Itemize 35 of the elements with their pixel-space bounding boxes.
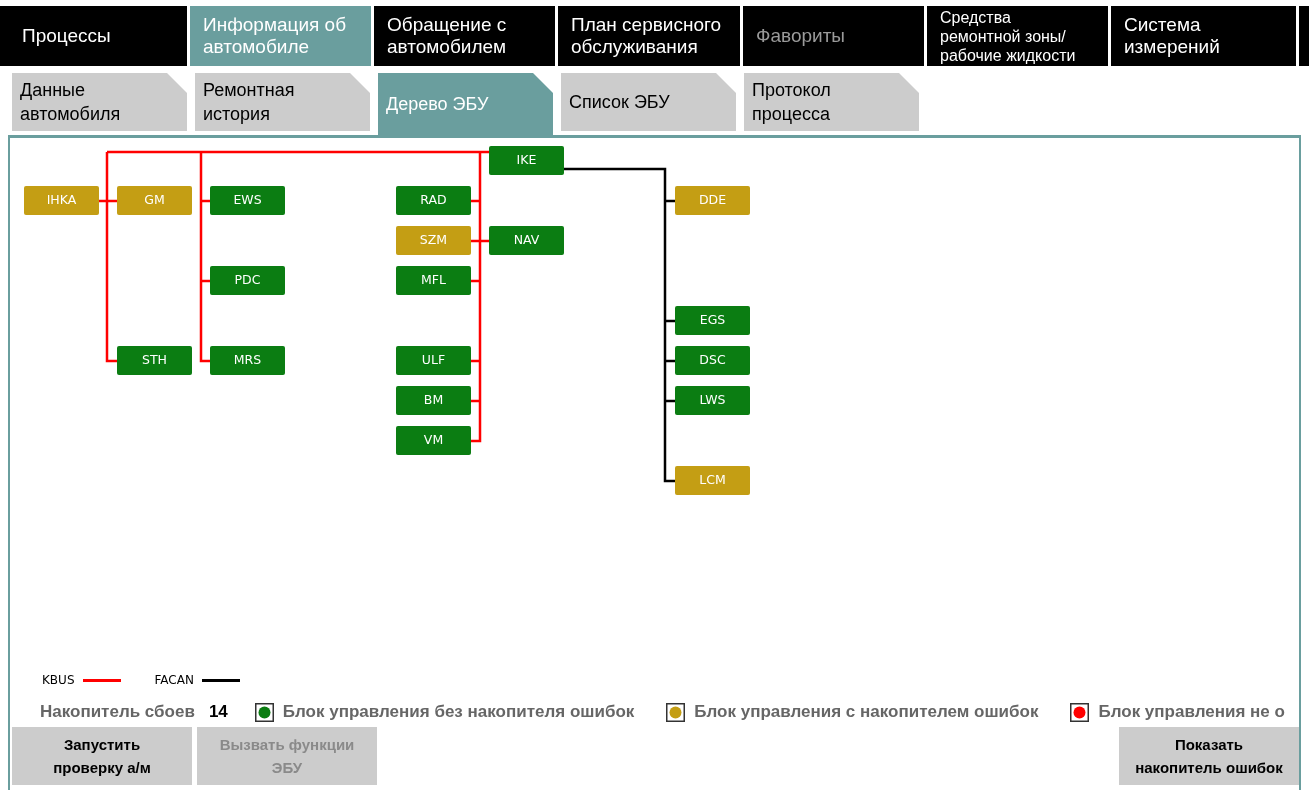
ecu-node[interactable]: PDC	[210, 266, 285, 295]
sub-tab[interactable]: Протокол процесса	[744, 73, 919, 131]
ecu-node[interactable]: BM	[396, 386, 471, 415]
ecu-node[interactable]: MFL	[396, 266, 471, 295]
ecu-node[interactable]: NAV	[489, 226, 564, 255]
main-tab[interactable]: Процессы	[0, 6, 187, 66]
ecu-node[interactable]: DSC	[675, 346, 750, 375]
ecu-node[interactable]: ULF	[396, 346, 471, 375]
ecu-node[interactable]: STH	[117, 346, 192, 375]
sub-tab[interactable]: Дерево ЭБУ	[378, 73, 553, 135]
main-tab[interactable]: Система измерений	[1111, 6, 1296, 66]
legend-label: FACAN	[154, 672, 194, 689]
ecu-node[interactable]: EGS	[675, 306, 750, 335]
ecu-node[interactable]: IKE	[489, 146, 564, 175]
sub-tab[interactable]: Список ЭБУ	[561, 73, 736, 131]
ecu-node[interactable]: RAD	[396, 186, 471, 215]
main-tab[interactable]: Средства ремонтной зоны/ рабочие жидкости	[927, 6, 1108, 66]
main-tab[interactable]: План сервисного обслуживания	[558, 6, 740, 66]
ecu-node[interactable]: EWS	[210, 186, 285, 215]
fault-memory-count: 14	[208, 701, 228, 724]
ecu-node[interactable]: VM	[396, 426, 471, 455]
sub-tab[interactable]: Ремонтная история	[195, 73, 370, 131]
tab-edge[interactable]	[1299, 6, 1309, 66]
action-button[interactable]: Запустить проверку а/м	[12, 727, 192, 785]
ecu-node[interactable]: LWS	[675, 386, 750, 415]
legend-label: Блок управления не о	[1098, 701, 1285, 724]
legend-label: Блок управления с накопителем ошибок	[694, 701, 1039, 724]
sub-tab[interactable]: Данные автомобиля	[12, 73, 187, 131]
fault-memory-label: Накопитель сбоев	[40, 701, 195, 724]
main-tab[interactable]: Информация об автомобиле	[190, 6, 371, 66]
legend-label: KBUS	[42, 672, 75, 689]
main-tab[interactable]: Обращение с автомобилем	[374, 6, 555, 66]
ecu-node[interactable]: MRS	[210, 346, 285, 375]
action-button[interactable]: Показать накопитель ошибок	[1119, 727, 1299, 785]
legend-label: Блок управления без накопителя ошибок	[282, 701, 635, 724]
